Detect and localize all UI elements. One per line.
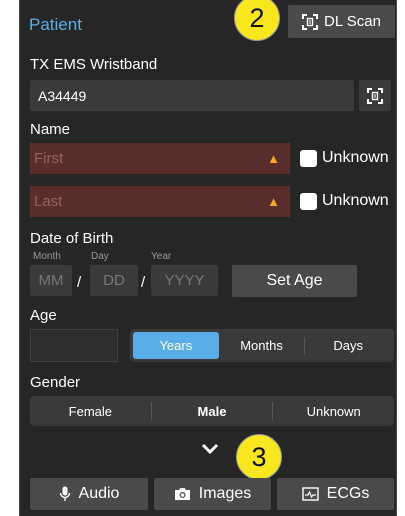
ecgs-label: ECGs — [326, 485, 370, 502]
gender-unknown[interactable]: Unknown — [273, 396, 394, 426]
first-name-input[interactable]: First ▲ — [30, 143, 290, 174]
audio-button[interactable]: Audio — [30, 478, 148, 510]
first-name-placeholder: First — [34, 150, 64, 167]
images-button[interactable]: Images — [154, 478, 271, 510]
last-name-placeholder: Last — [34, 193, 63, 210]
age-unit-months[interactable]: Months — [219, 332, 305, 359]
chevron-down-icon[interactable] — [201, 443, 219, 455]
microphone-icon — [59, 486, 71, 502]
day-label: Day — [91, 251, 109, 262]
images-label: Images — [198, 485, 252, 502]
dl-scan-label: DL Scan — [324, 13, 381, 30]
gender-selector: Female Male Unknown — [30, 396, 394, 426]
dob-label: Date of Birth — [30, 230, 114, 247]
age-unit-days[interactable]: Days — [305, 332, 391, 359]
wristband-scan-button[interactable] — [359, 80, 391, 111]
dl-scan-button[interactable]: DL Scan — [288, 5, 395, 38]
first-unknown-checkbox[interactable]: Unknown — [300, 149, 389, 167]
checkbox-box[interactable] — [300, 149, 317, 167]
scan-icon — [302, 13, 318, 30]
last-name-input[interactable]: Last ▲ — [30, 186, 290, 217]
warning-icon: ▲ — [267, 194, 280, 209]
patient-panel: Patient DL Scan 2 TX EMS Wristband A3444… — [19, 0, 397, 516]
gender-female[interactable]: Female — [30, 396, 151, 426]
wristband-input[interactable]: A34449 — [30, 80, 354, 111]
ecgs-button[interactable]: ECGs — [277, 478, 394, 510]
camera-icon — [174, 487, 191, 501]
age-input[interactable] — [30, 329, 118, 362]
age-unit-selector: Years Months Days — [130, 329, 394, 362]
audio-label: Audio — [78, 485, 120, 502]
date-separator: / — [77, 274, 82, 291]
name-label: Name — [30, 121, 71, 138]
unknown-label: Unknown — [322, 149, 389, 166]
month-label: Month — [33, 251, 61, 262]
day-input[interactable]: DD — [90, 265, 138, 296]
gender-label: Gender — [30, 374, 81, 391]
checkbox-box[interactable] — [300, 192, 317, 210]
unknown-label: Unknown — [322, 192, 389, 209]
scan-icon — [367, 87, 383, 104]
section-title: Patient — [29, 15, 82, 34]
step-marker-3: 3 — [236, 434, 282, 480]
year-input[interactable]: YYYY — [151, 265, 218, 296]
gender-male[interactable]: Male — [152, 396, 273, 426]
age-label: Age — [30, 307, 57, 324]
date-separator: / — [141, 274, 146, 291]
set-age-button[interactable]: Set Age — [232, 265, 357, 297]
ecg-icon — [301, 487, 319, 501]
wristband-label: TX EMS Wristband — [30, 56, 158, 73]
warning-icon: ▲ — [267, 151, 280, 166]
step-marker-2: 2 — [234, 0, 280, 41]
last-unknown-checkbox[interactable]: Unknown — [300, 192, 389, 210]
age-unit-years[interactable]: Years — [133, 332, 219, 359]
year-label: Year — [151, 251, 172, 262]
month-input[interactable]: MM — [30, 265, 72, 296]
